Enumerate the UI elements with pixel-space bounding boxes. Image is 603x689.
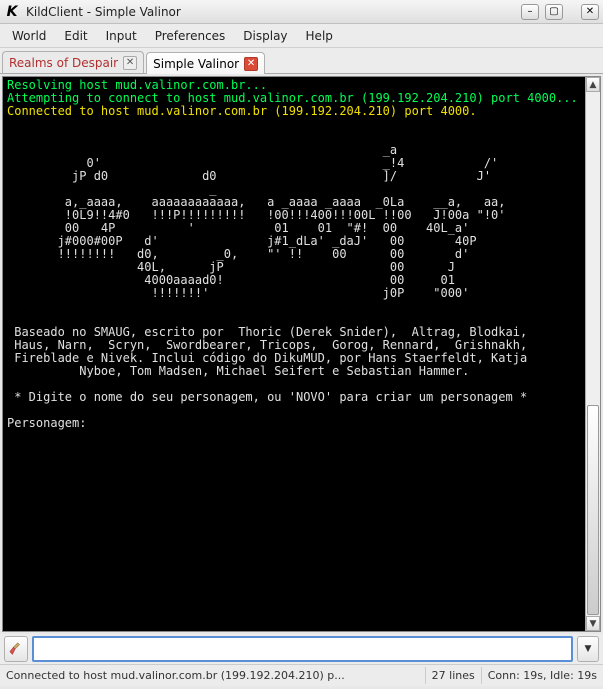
terminal-line: 40L, jP 00 J [7,260,455,274]
terminal-line: jP d0 d0 ]/ J' [7,169,491,183]
menu-world[interactable]: World [4,27,54,45]
menu-bar: World Edit Input Preferences Display Hel… [0,24,603,48]
terminal-line: Attempting to connect to host mud.valino… [7,91,578,105]
terminal-line: Nyboe, Tom Madsen, Michael Seifert e Seb… [7,364,469,378]
terminal-line: Personagem: [7,416,94,430]
terminal-line: _ [7,182,217,196]
terminal-line: 00 4P ' 01 01 "#! 00 40L_a' [7,221,469,235]
terminal-line: * Digite o nome do seu personagem, ou 'N… [7,390,527,404]
scroll-up-button[interactable]: ▲ [586,77,600,92]
terminal-line: _a [7,143,397,157]
close-icon[interactable]: ✕ [123,56,137,70]
terminal-line: !0L9!!4#0 !!!P!!!!!!!!! !00!!!400!!!00L … [7,208,506,222]
close-icon[interactable]: ✕ [244,57,258,71]
terminal-line: 0' _!4 /' [7,156,498,170]
app-icon: K [4,4,20,20]
menu-preferences[interactable]: Preferences [147,27,234,45]
terminal-line: j#000#00P d' j#1_dLa' _daJ' 00 40P [7,234,477,248]
menu-help[interactable]: Help [298,27,341,45]
terminal-line: Connected to host mud.valinor.com.br (19… [7,104,477,118]
scroll-down-button[interactable]: ▼ [586,616,600,631]
tab-simple-valinor[interactable]: Simple Valinor ✕ [146,52,265,74]
terminal-line: a,_aaaa, aaaaaaaaaaaa, a _aaaa _aaaa _0L… [7,195,506,209]
minimize-button[interactable]: – [521,4,539,20]
terminal-line: Haus, Narn, Scryn, Swordbearer, Tricops,… [7,338,527,352]
menu-display[interactable]: Display [235,27,295,45]
terminal-output: Resolving host mud.valinor.com.br... Att… [3,77,600,631]
clear-button[interactable] [4,636,28,662]
status-bar: Connected to host mud.valinor.com.br (19… [0,664,603,686]
tab-realms-of-despair[interactable]: Realms of Despair ✕ [2,51,144,73]
tab-label: Simple Valinor [153,57,239,71]
status-lines: 27 lines [426,667,482,684]
menu-edit[interactable]: Edit [56,27,95,45]
command-input[interactable] [32,636,573,662]
broom-icon [9,642,23,656]
terminal-line: Baseado no SMAUG, escrito por Thoric (De… [7,325,527,339]
window-titlebar: K KildClient - Simple Valinor – ▢ ✕ [0,0,603,24]
tab-label: Realms of Despair [9,56,118,70]
scroll-thumb[interactable] [587,405,599,615]
tab-bar: Realms of Despair ✕ Simple Valinor ✕ [0,48,603,74]
scrollbar-vertical[interactable]: ▲ ▼ [585,77,600,631]
terminal-line: !!!!!!!! d0, _0, "' !! 00 00 d' [7,247,469,261]
scroll-track[interactable] [586,92,600,616]
close-window-button[interactable]: ✕ [581,4,599,20]
terminal-line: 4000aaaad0! 00 01 [7,273,455,287]
window-title: KildClient - Simple Valinor [26,5,515,19]
history-dropdown-button[interactable]: ▼ [577,636,599,662]
terminal-line: !!!!!!!' j0P "000' [7,286,469,300]
terminal-line: Fireblade e Nivek. Inclui código do Diku… [7,351,527,365]
terminal-panel: Resolving host mud.valinor.com.br... Att… [2,76,601,632]
terminal-line: Resolving host mud.valinor.com.br... [7,78,267,92]
command-input-row: ▼ [0,634,603,664]
menu-input[interactable]: Input [98,27,145,45]
maximize-button[interactable]: ▢ [545,4,563,20]
status-connection: Connected to host mud.valinor.com.br (19… [0,667,426,684]
status-timing: Conn: 19s, Idle: 19s [482,667,603,684]
